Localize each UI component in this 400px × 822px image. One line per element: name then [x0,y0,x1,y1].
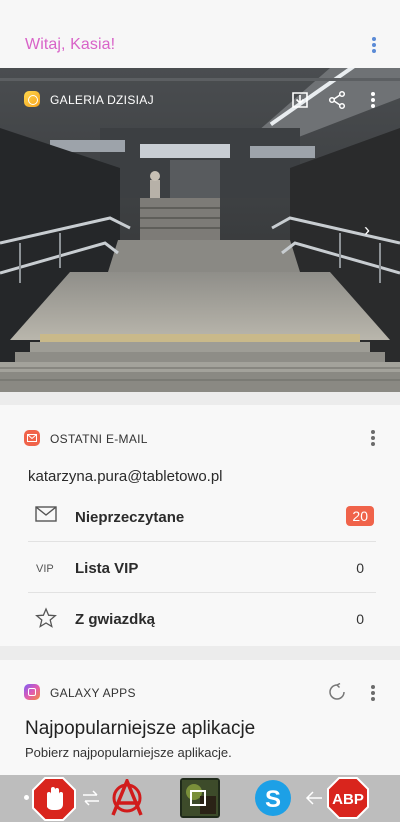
vip-label: VIP [36,563,54,575]
photo-app-icon[interactable] [180,778,220,818]
chevron-right-icon[interactable]: › [364,220,370,241]
back-arrow-icon[interactable] [304,790,324,806]
email-card-title: OSTATNI E-MAIL [50,432,148,446]
gallery-header: GALERIA DZISIAJ [0,68,400,128]
adblock-hand-icon[interactable] [32,777,76,821]
skype-icon[interactable]: S [253,778,293,818]
email-row-starred[interactable]: Z gwiazdką 0 [24,594,376,644]
share-icon[interactable] [327,90,347,110]
star-outline-icon [35,607,57,628]
swap-icon[interactable] [81,790,101,806]
email-account: katarzyna.pura@tabletowo.pl [28,468,223,485]
gallery-icon [24,91,40,107]
save-icon[interactable] [290,90,310,110]
email-row-label: Nieprzeczytane [75,509,185,526]
gallery-title: GALERIA DZISIAJ [50,93,154,107]
skype-letter: S [265,786,281,813]
galaxy-apps-icon-inner [28,688,36,696]
divider [28,592,376,593]
more-vert-icon[interactable] [368,35,380,55]
more-vert-icon[interactable] [367,428,379,448]
email-row-vip[interactable]: VIP Lista VIP 0 [24,543,376,593]
popular-apps-subtitle: Pobierz najpopularniejsze aplikacje. [25,745,232,760]
taskbar: S ABP [0,775,400,822]
email-row-label: Lista VIP [75,560,139,577]
popular-apps-heading: Najpopularniejsze aplikacje [25,718,256,739]
starred-count: 0 [356,611,364,627]
divider [28,541,376,542]
top-bar: Witaj, Kasia! [0,0,400,68]
email-row-unread[interactable]: Nieprzeczytane 20 [24,492,376,542]
greeting-text: Witaj, Kasia! [25,36,116,53]
abp-icon[interactable]: ABP [327,777,369,819]
unread-count-badge: 20 [346,506,374,526]
dot-indicator [24,795,29,800]
galaxy-apps-title: GALAXY APPS [50,686,136,700]
more-vert-icon[interactable] [367,90,379,110]
email-row-label: Z gwiazdką [75,611,156,628]
envelope-small-icon [27,434,37,442]
gallery-card[interactable]: GALERIA DZISIAJ › [0,68,400,392]
envelope-icon [35,506,57,522]
refresh-icon[interactable] [328,683,346,701]
abp-label: ABP [332,791,364,808]
anarchy-icon[interactable] [107,779,147,817]
vip-count: 0 [356,560,364,576]
more-vert-icon[interactable] [367,683,379,703]
